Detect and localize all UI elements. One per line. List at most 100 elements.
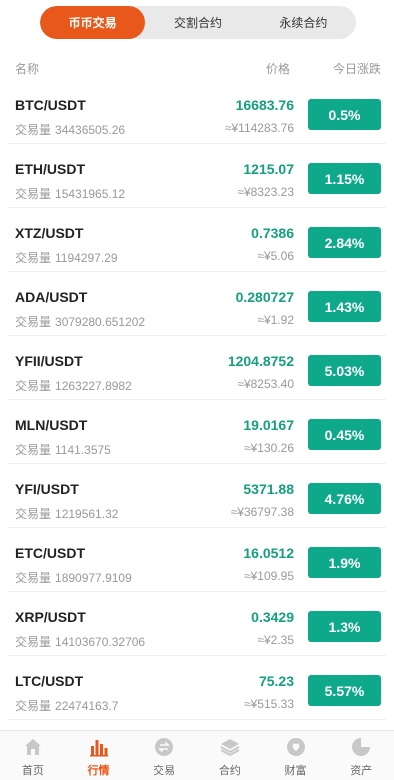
pie-icon: [351, 737, 371, 757]
last-price: 5371.88: [243, 481, 294, 497]
last-price: 0.3429: [251, 609, 294, 625]
column-price: 价格: [265, 62, 290, 76]
volume-text: 交易量 14103670.32706: [15, 633, 145, 650]
pair-name: ETC/USDT: [15, 545, 85, 561]
volume-label: 交易量: [15, 315, 52, 329]
market-row[interactable]: ETC/USDT 交易量 1890977.9109 16.0512 ≈¥109.95 1.…: [8, 528, 386, 592]
change-badge[interactable]: 5.57%: [308, 675, 381, 706]
volume-value: 1219561.32: [55, 507, 119, 521]
market-row[interactable]: LTC/USDT 交易量 22474163.7 75.23 ≈¥515.33 5.57%: [8, 656, 386, 720]
market-row[interactable]: MLN/USDT 交易量 1141.3575 19.0167 ≈¥130.26 0.45%: [8, 400, 386, 464]
cny-price: ≈¥109.95: [244, 569, 294, 583]
volume-text: 交易量 22474163.7: [15, 697, 118, 714]
tabbar-item-0[interactable]: 首页: [0, 731, 66, 780]
tabbar-label: 财富: [284, 765, 307, 777]
change-badge[interactable]: 5.03%: [308, 355, 381, 386]
volume-text: 交易量 1194297.29: [15, 249, 118, 266]
change-badge[interactable]: 0.45%: [308, 419, 381, 450]
last-price: 75.23: [258, 673, 294, 689]
market-row[interactable]: YFI/USDT 交易量 1219561.32 5371.88 ≈¥36797.38 4.…: [8, 464, 386, 528]
tabbar-label: 合约: [218, 765, 241, 777]
volume-text: 交易量 15431965.12: [15, 185, 125, 202]
volume-label: 交易量: [15, 571, 52, 585]
tabbar-item-5[interactable]: 资产: [328, 731, 394, 780]
cny-price: ≈¥8253.40: [237, 377, 294, 391]
volume-value: 1141.3575: [55, 443, 111, 457]
market-type-tabs: 币币交易 交割合约 永续合约: [40, 6, 356, 39]
layers-icon: [220, 737, 240, 757]
cny-price: ≈¥2.35: [257, 633, 294, 647]
change-badge[interactable]: 1.43%: [308, 291, 381, 322]
volume-value: 1890977.9109: [55, 571, 132, 585]
last-price: 16.0512: [243, 545, 294, 561]
last-price: 16683.76: [235, 97, 294, 113]
tab-perpetual-contract[interactable]: 永续合约: [251, 6, 356, 39]
volume-text: 交易量 1219561.32: [15, 505, 118, 522]
volume-label: 交易量: [15, 187, 52, 201]
cny-price: ≈¥5.06: [257, 249, 294, 263]
market-row[interactable]: YFII/USDT 交易量 1263227.8982 1204.8752 ≈¥8253.…: [8, 336, 386, 400]
volume-label: 交易量: [15, 635, 52, 649]
volume-text: 交易量 3079280.651202: [15, 313, 145, 330]
column-header: 名称 价格 今日涨跌: [0, 60, 394, 76]
change-badge[interactable]: 0.5%: [308, 99, 381, 130]
market-row[interactable]: BTC/USDT 交易量 34436505.26 16683.76 ≈¥114283.7…: [8, 80, 386, 144]
change-badge[interactable]: 1.15%: [308, 163, 381, 194]
volume-value: 15431965.12: [55, 187, 126, 201]
last-price: 1204.8752: [227, 353, 294, 369]
change-badge[interactable]: 2.84%: [308, 227, 381, 258]
pair-name: XTZ/USDT: [15, 225, 84, 241]
tab-spot[interactable]: 币币交易: [40, 6, 146, 39]
tabbar-label: 资产: [350, 765, 373, 777]
tabbar-label: 首页: [21, 765, 44, 777]
volume-label: 交易量: [15, 251, 52, 265]
market-row[interactable]: ETH/USDT 交易量 15431965.12 1215.07 ≈¥8323.23 1.…: [8, 144, 386, 208]
volume-text: 交易量 1263227.8982: [15, 377, 132, 394]
change-badge[interactable]: 4.76%: [308, 483, 381, 514]
volume-text: 交易量 34436505.26: [15, 121, 125, 138]
pair-name: XRP/USDT: [15, 609, 86, 625]
bottom-tab-bar: 首页 行情 交易 合约 财富 资产: [0, 730, 394, 780]
volume-value: 22474163.7: [55, 699, 119, 713]
pair-name: YFI/USDT: [15, 481, 79, 497]
change-badge[interactable]: 1.3%: [308, 611, 381, 642]
tabbar-item-1[interactable]: 行情: [66, 731, 132, 780]
column-name: 名称: [15, 62, 40, 76]
cny-price: ≈¥36797.38: [230, 505, 294, 519]
wealth-icon: [286, 737, 306, 757]
volume-label: 交易量: [15, 379, 52, 393]
volume-text: 交易量 1141.3575: [15, 441, 111, 458]
tab-delivery-contract[interactable]: 交割合约: [145, 6, 250, 39]
cny-price: ≈¥130.26: [244, 441, 294, 455]
change-badge[interactable]: 1.9%: [308, 547, 381, 578]
cny-price: ≈¥114283.76: [224, 121, 294, 135]
last-price: 1215.07: [243, 161, 294, 177]
market-row[interactable]: XRP/USDT 交易量 14103670.32706 0.3429 ≈¥2.35 1.3…: [8, 592, 386, 656]
volume-label: 交易量: [15, 123, 52, 137]
market-list: BTC/USDT 交易量 34436505.26 16683.76 ≈¥114283.7…: [0, 80, 394, 720]
tabbar-item-3[interactable]: 合约: [197, 731, 263, 780]
volume-value: 1194297.29: [55, 251, 118, 265]
pair-name: ADA/USDT: [15, 289, 88, 305]
volume-value: 34436505.26: [55, 123, 126, 137]
volume-value: 3079280.651202: [55, 315, 146, 329]
tabbar-label: 交易: [153, 765, 176, 777]
tabbar-label: 行情: [87, 765, 110, 777]
volume-label: 交易量: [15, 507, 52, 521]
pair-name: BTC/USDT: [15, 97, 86, 113]
last-price: 0.7386: [251, 225, 294, 241]
chart-bars-icon: [89, 737, 109, 757]
volume-label: 交易量: [15, 443, 52, 457]
pair-name: MLN/USDT: [15, 417, 88, 433]
pair-name: YFII/USDT: [15, 353, 83, 369]
volume-text: 交易量 1890977.9109: [15, 569, 132, 586]
volume-value: 1263227.8982: [55, 379, 132, 393]
volume-value: 14103670.32706: [55, 635, 146, 649]
cny-price: ≈¥8323.23: [237, 185, 294, 199]
tabbar-item-2[interactable]: 交易: [131, 731, 197, 780]
market-row[interactable]: XTZ/USDT 交易量 1194297.29 0.7386 ≈¥5.06 2.84%: [8, 208, 386, 272]
cny-price: ≈¥1.92: [257, 313, 294, 327]
tabbar-item-4[interactable]: 财富: [263, 731, 329, 780]
column-change: 今日涨跌: [332, 62, 381, 76]
market-row[interactable]: ADA/USDT 交易量 3079280.651202 0.280727 ≈¥1.92 1…: [8, 272, 386, 336]
